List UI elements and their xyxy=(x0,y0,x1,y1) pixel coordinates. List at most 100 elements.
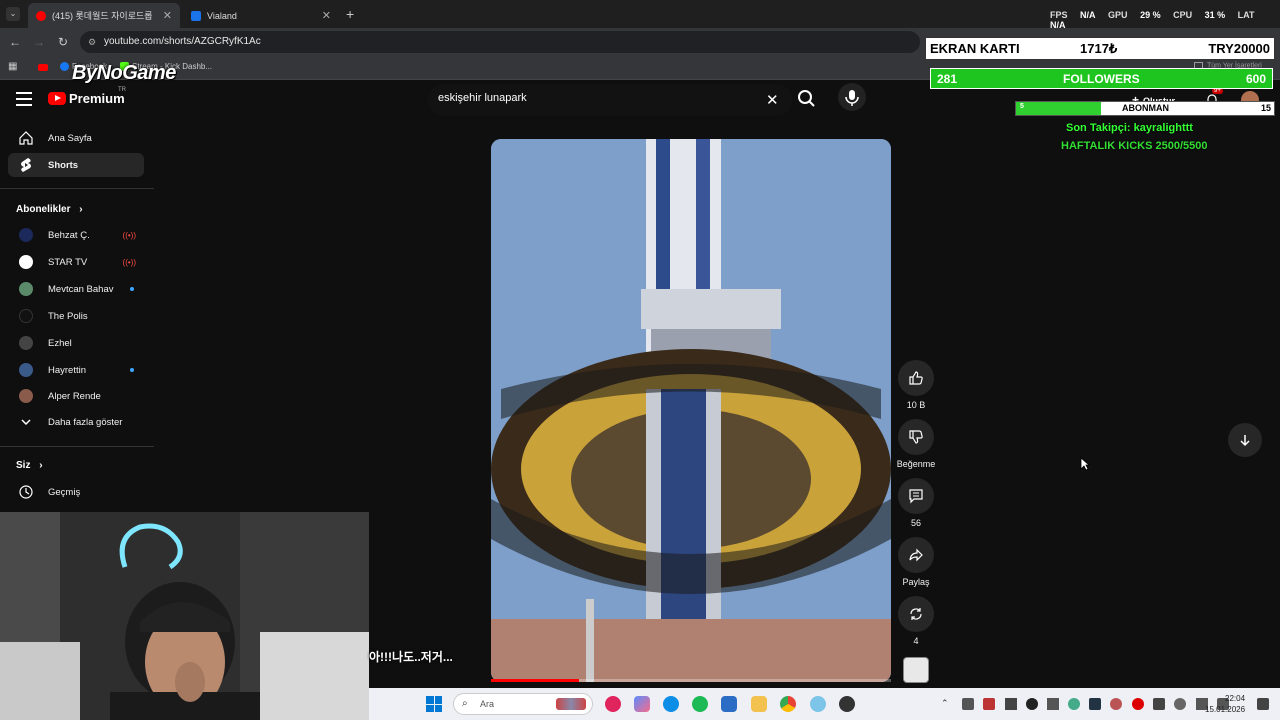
tray-app-icon[interactable] xyxy=(983,698,995,710)
back-button[interactable]: ← xyxy=(6,33,24,51)
tray-app-icon[interactable] xyxy=(1047,698,1059,710)
comments-button[interactable] xyxy=(898,478,934,514)
new-content-dot xyxy=(130,287,134,291)
sidebar-item-history[interactable]: Geçmiş xyxy=(8,480,144,504)
app-icon-spotify[interactable] xyxy=(692,696,708,712)
channel-avatar xyxy=(19,389,33,403)
sidebar-channel[interactable]: Mevtcan Bahav xyxy=(8,277,144,301)
url-field[interactable]: ⚙ youtube.com/shorts/AZGCRyfK1Ac xyxy=(80,31,920,53)
shorts-video-player[interactable] xyxy=(491,139,891,682)
tray-app-icon[interactable] xyxy=(1110,698,1122,710)
tray-app-icon[interactable] xyxy=(1089,698,1101,710)
sidebar-channel[interactable]: Hayrettin xyxy=(8,358,144,382)
search-button[interactable] xyxy=(794,86,820,112)
dislike-button[interactable] xyxy=(898,419,934,455)
taskbar-search[interactable]: ⌕ Ara xyxy=(453,693,593,715)
facebook-icon xyxy=(60,62,69,72)
app-icon-chrome[interactable] xyxy=(780,696,796,712)
tray-app-icon[interactable] xyxy=(1068,698,1080,710)
tray-app-icon[interactable] xyxy=(1132,698,1144,710)
subs-goal-bar: 5 ABONMAN 15 xyxy=(1015,101,1275,116)
next-video-button[interactable] xyxy=(1228,423,1262,457)
live-icon: ((•)) xyxy=(122,257,136,267)
tray-app-icon[interactable] xyxy=(1026,698,1038,710)
app-icon-explorer[interactable] xyxy=(751,696,767,712)
sidebar-channel[interactable]: Ezhel xyxy=(8,331,144,355)
last-follower-text: Son Takipçi: kayralighttt xyxy=(1066,122,1193,134)
bynogame-logo: ByNoGame xyxy=(72,62,176,84)
share-button[interactable] xyxy=(898,537,934,573)
performance-stats: FPS N/A GPU 29 % CPU 31 % LAT N/A xyxy=(1050,10,1280,30)
menu-icon[interactable] xyxy=(16,92,32,110)
dislike-label: Beğenme xyxy=(896,459,936,469)
sidebar-item-home[interactable]: Ana Sayfa xyxy=(8,126,144,150)
sidebar-divider xyxy=(0,188,154,189)
app-icon-media[interactable] xyxy=(605,696,621,712)
sound-thumbnail[interactable] xyxy=(903,657,929,683)
new-tab-button[interactable]: + xyxy=(346,6,354,22)
brand-label: Premium xyxy=(69,91,125,106)
search-input[interactable] xyxy=(438,92,758,104)
sidebar-item-shorts[interactable]: Shorts xyxy=(8,153,144,177)
channel-name: Alper Rende xyxy=(48,390,101,402)
taskbar-search-placeholder: Ara xyxy=(480,699,495,709)
weekly-kicks-text: HAFTALIK KICKS 2500/5500 xyxy=(1061,140,1208,152)
subs-label: ABONMAN xyxy=(1122,103,1169,113)
channel-name: The Polis xyxy=(48,310,88,322)
tray-app-icon[interactable] xyxy=(1005,698,1017,710)
notification-center-icon[interactable] xyxy=(1257,698,1269,710)
chevron-right-icon: › xyxy=(79,204,83,215)
like-button[interactable] xyxy=(898,360,934,396)
thumbs-up-icon xyxy=(909,371,923,385)
show-more-button[interactable]: Daha fazla göster xyxy=(8,410,144,434)
close-tab-icon[interactable]: ✕ xyxy=(322,9,331,22)
channel-name: STAR TV xyxy=(48,256,88,268)
home-icon xyxy=(16,130,36,146)
sidebar-channel[interactable]: Behzat Ç. ((•)) xyxy=(8,223,144,247)
sidebar-item-label: Geçmiş xyxy=(48,486,81,498)
channel-name: Behzat Ç. xyxy=(48,229,90,241)
tray-app-icon[interactable] xyxy=(1153,698,1165,710)
apps-grid-icon[interactable]: ▦ xyxy=(8,61,17,72)
search-icon xyxy=(798,90,815,107)
sidebar-channel[interactable]: STAR TV ((•)) xyxy=(8,250,144,274)
forward-button[interactable]: → xyxy=(30,33,48,51)
youtube-bookmark-icon[interactable] xyxy=(38,64,48,71)
you-header[interactable]: Siz › xyxy=(16,460,43,471)
you-label: Siz xyxy=(16,460,31,471)
app-icon-copilot[interactable] xyxy=(634,696,650,712)
youtube-logo[interactable]: Premium TR xyxy=(48,87,126,106)
remix-button[interactable] xyxy=(898,596,934,632)
tray-mic-icon[interactable] xyxy=(1174,698,1186,710)
app-icon-obs[interactable] xyxy=(839,696,855,712)
site-info-icon[interactable]: ⚙ xyxy=(88,31,96,53)
reload-button[interactable]: ↻ xyxy=(54,33,72,51)
voice-search-button[interactable] xyxy=(838,83,866,111)
history-icon xyxy=(16,484,36,500)
sidebar-item-label: Shorts xyxy=(48,159,79,171)
stat-value: 31 % xyxy=(1204,10,1226,20)
start-button[interactable] xyxy=(426,696,442,712)
tray-chevron-icon[interactable]: ⌃ xyxy=(941,698,953,710)
vialand-favicon-icon xyxy=(191,10,201,21)
tray-volume-icon[interactable] xyxy=(962,698,974,710)
youtube-favicon-icon xyxy=(36,10,46,21)
sidebar-channel[interactable]: The Polis xyxy=(8,304,144,328)
app-icon-edge[interactable] xyxy=(663,696,679,712)
chevron-down-icon xyxy=(16,416,36,428)
stat-gpu: GPU 29 % xyxy=(1108,10,1161,20)
app-icon-store[interactable] xyxy=(721,696,737,712)
tab-youtube[interactable]: (415) 롯데월드 자이로드롭 ✕ xyxy=(28,3,180,28)
stat-label: CPU xyxy=(1173,10,1193,20)
subscriptions-header[interactable]: Abonelikler › xyxy=(16,204,83,215)
sidebar-channel[interactable]: Alper Rende xyxy=(8,384,144,408)
clear-search-icon[interactable]: ✕ xyxy=(766,91,779,109)
taskbar-clock[interactable]: 22:04 15.01.2026 xyxy=(1205,693,1245,715)
app-icon-settings[interactable] xyxy=(810,696,826,712)
tab-search-icon[interactable]: ⌄ xyxy=(6,7,20,21)
video-progress-bar[interactable] xyxy=(491,679,891,682)
drop-tower-scene xyxy=(491,139,891,682)
tab-vialand[interactable]: Vialand ✕ xyxy=(183,3,339,28)
close-tab-icon[interactable]: ✕ xyxy=(163,9,172,22)
clock-time: 22:04 xyxy=(1225,694,1246,703)
